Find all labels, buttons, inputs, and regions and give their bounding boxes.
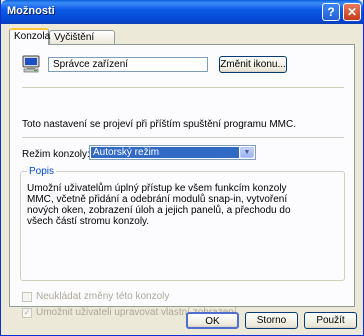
tab-disk-cleanup[interactable]: Vyčištění disku [49,30,115,56]
checkbox-box[interactable] [22,292,32,302]
ok-button[interactable]: OK [186,312,239,329]
description-text: Umožní uživatelům úplný přístup ke všem … [27,183,291,227]
dont-save-changes-checkbox[interactable]: Neukládat změny této konzoly [22,291,342,304]
cancel-button[interactable]: Storno [245,312,298,329]
console-mode-value[interactable]: Autorský režim [91,147,239,158]
divider [22,87,344,88]
computer-icon [22,55,40,73]
tab-panel: Správce zařízení Změnit ikonu... Toto na… [9,44,355,318]
title-bar[interactable]: Možnosti ? ✕ [1,0,363,24]
info-text: Toto nastavení se projeví při příštím sp… [22,119,296,130]
close-button[interactable]: ✕ [343,3,361,21]
window-title: Možnosti [7,5,55,17]
chevron-down-icon[interactable]: ▼ [240,147,254,158]
dont-save-changes-label: Neukládat změny této konzoly [36,291,170,302]
tab-konzola[interactable]: Konzola [9,28,50,45]
description-group: Popis Umožní uživatelům úplný přístup ke… [20,166,345,281]
change-icon-button[interactable]: Změnit ikonu... [219,56,287,73]
console-mode-select[interactable]: Autorský režim ▼ [89,145,256,160]
options-dialog: Možnosti ? ✕ Konzola Vyčištění disku Spr… [0,0,364,336]
console-mode-label: Režim konzoly: [22,149,90,160]
apply-button[interactable]: Použít [304,312,357,329]
divider [22,137,344,138]
description-legend: Popis [27,166,57,177]
dialog-client: Konzola Vyčištění disku Správce zařízení… [4,24,360,333]
checkmark-icon[interactable]: ✓ [22,308,32,318]
console-name-field[interactable]: Správce zařízení [48,57,208,72]
help-button[interactable]: ? [322,3,340,21]
